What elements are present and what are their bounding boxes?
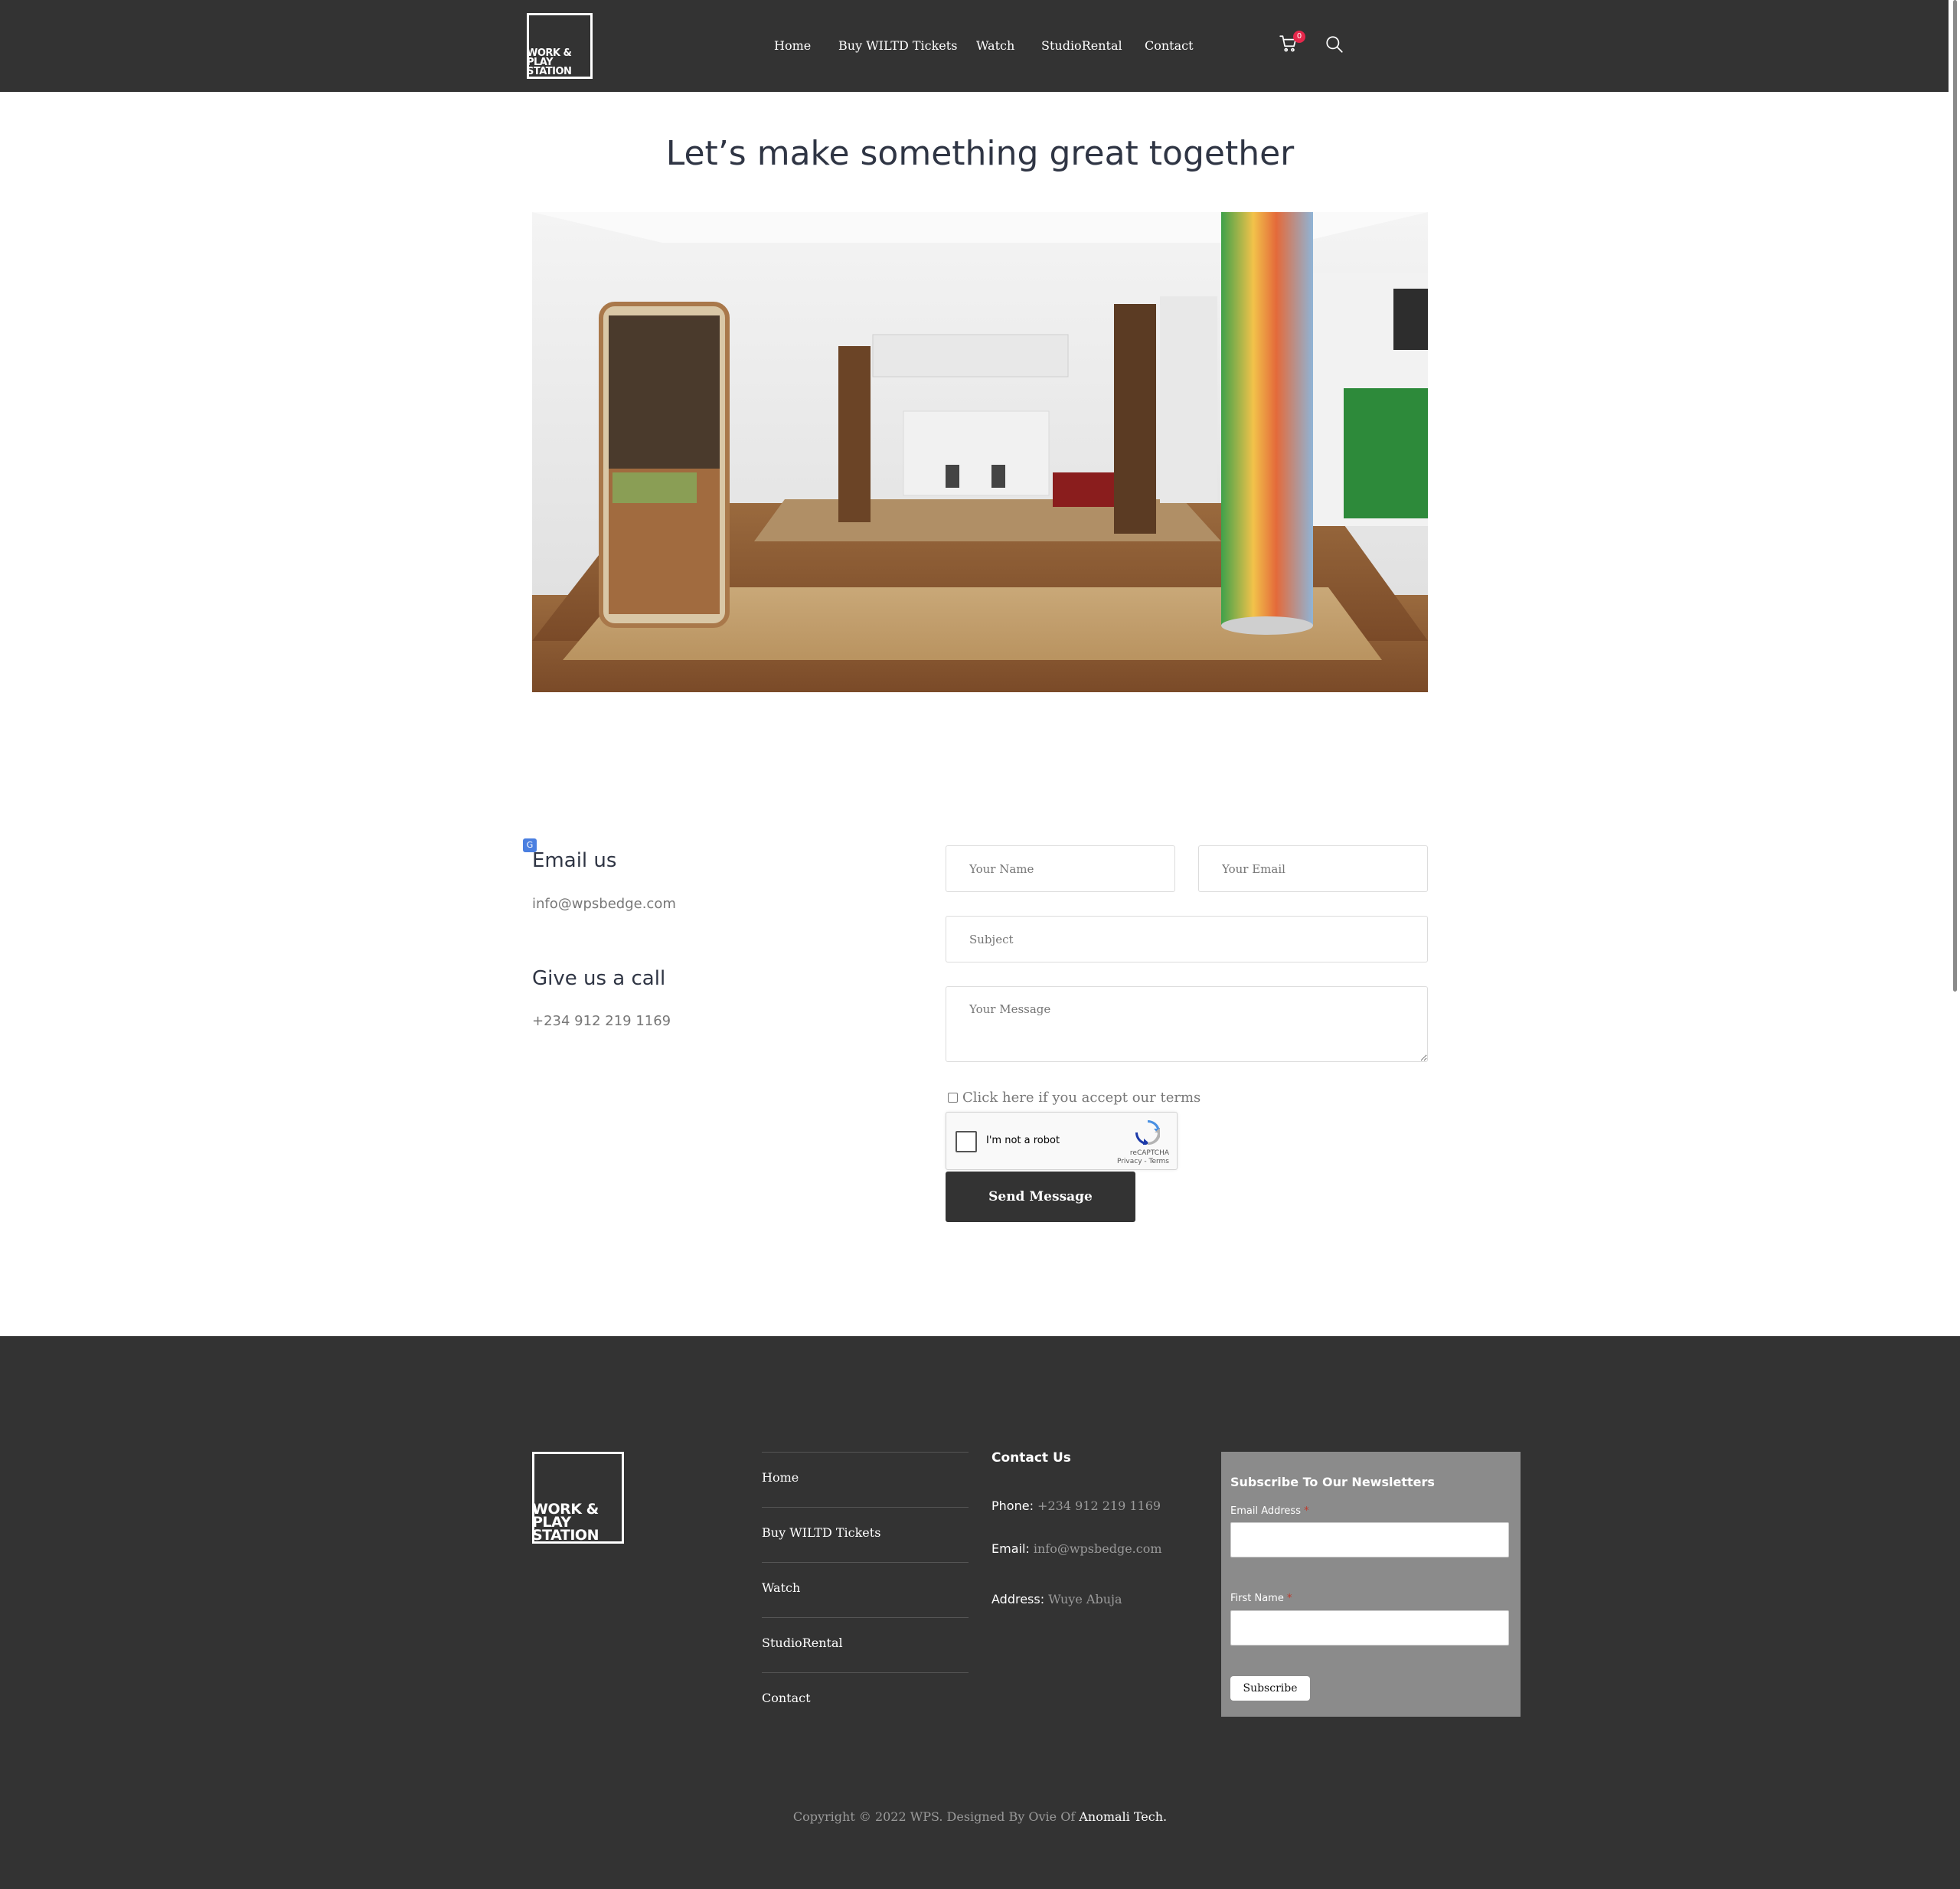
footer-address-value: Wuye Abuja [1048, 1592, 1122, 1606]
footer-divider [762, 1617, 969, 1618]
email-input[interactable] [1198, 845, 1428, 892]
search-icon [1326, 36, 1343, 53]
footer-link-watch[interactable]: Watch [762, 1580, 969, 1595]
cart-count-badge: 0 [1293, 31, 1305, 43]
newsletter-first-name-label: First Name * [1230, 1593, 1292, 1604]
contact-phone[interactable]: +234 912 219 1169 [532, 1013, 671, 1029]
footer-address: Address: Wuye Abuja [991, 1592, 1122, 1606]
newsletter-title: Subscribe To Our Newsletters [1230, 1475, 1435, 1489]
terms-label: Click here if you accept our terms [962, 1090, 1201, 1106]
copyright-text: Copyright © 2022 WPS. Designed By Ovie O… [792, 1809, 1076, 1824]
send-message-button[interactable]: Send Message [946, 1172, 1135, 1222]
footer-email-value[interactable]: info@wpsbedge.com [1034, 1541, 1162, 1556]
footer-contact-heading: Contact Us [991, 1450, 1071, 1466]
nav-buy-wiltd-tickets[interactable]: Buy WILTD Tickets [838, 38, 957, 53]
footer-phone-value[interactable]: +234 912 219 1169 [1037, 1498, 1161, 1513]
required-mark: * [1286, 1593, 1292, 1604]
footer-phone: Phone: +234 912 219 1169 [991, 1498, 1161, 1513]
site-header: WORK & PLAY STATION Home Buy WILTD Ticke… [0, 0, 1949, 92]
site-footer: WORK & PLAY STATION Home Buy WILTD Ticke… [0, 1336, 1960, 1889]
newsletter-email-input[interactable] [1230, 1522, 1509, 1557]
recaptcha-icon [1135, 1120, 1160, 1145]
page-title: Let’s make something great together [665, 134, 1295, 173]
call-us-heading: Give us a call [532, 967, 666, 990]
site-logo[interactable]: WORK & PLAY STATION [527, 13, 593, 79]
recaptcha-privacy-terms[interactable]: Privacy - Terms [1117, 1158, 1169, 1166]
newsletter-first-name-label-text: First Name [1230, 1593, 1284, 1604]
footer-divider [762, 1452, 969, 1453]
newsletter-email-label-text: Email Address [1230, 1505, 1301, 1517]
copyright: Copyright © 2022 WPS. Designed By Ovie O… [0, 1809, 1960, 1824]
nav-studiorental[interactable]: StudioRental [1041, 38, 1122, 53]
terms-checkbox[interactable]: Click here if you accept our terms [948, 1090, 1200, 1106]
footer-phone-label: Phone: [991, 1498, 1034, 1513]
copyright-company-link[interactable]: Anomali Tech. [1079, 1809, 1167, 1824]
subject-input[interactable] [946, 916, 1428, 962]
newsletter-first-name-input[interactable] [1230, 1610, 1509, 1646]
search-button[interactable] [1325, 34, 1346, 56]
footer-address-label: Address: [991, 1592, 1045, 1606]
subscribe-button[interactable]: Subscribe [1230, 1676, 1310, 1701]
studio-photo [532, 212, 1428, 692]
footer-link-contact[interactable]: Contact [762, 1691, 969, 1705]
newsletter-email-label: Email Address * [1230, 1505, 1309, 1517]
footer-link-buy-wiltd-tickets[interactable]: Buy WILTD Tickets [762, 1525, 969, 1540]
recaptcha-checkbox[interactable] [956, 1131, 977, 1152]
nav-contact[interactable]: Contact [1145, 38, 1194, 53]
footer-divider [762, 1562, 969, 1563]
footer-divider [762, 1672, 969, 1673]
required-mark: * [1304, 1505, 1309, 1517]
logo-line: STATION [532, 1527, 599, 1544]
footer-email-label: Email: [991, 1541, 1030, 1556]
email-us-heading: Email us [532, 849, 617, 872]
terms-checkbox-box[interactable] [948, 1093, 958, 1103]
footer-link-studiorental[interactable]: StudioRental [762, 1636, 969, 1650]
footer-link-home[interactable]: Home [762, 1470, 969, 1485]
footer-divider [762, 1507, 969, 1508]
newsletter-form: Subscribe To Our Newsletters Email Addre… [1221, 1452, 1521, 1717]
recaptcha-label: I'm not a robot [986, 1135, 1060, 1146]
recaptcha-widget: I'm not a robot reCAPTCHA Privacy - Term… [946, 1112, 1178, 1170]
footer-logo[interactable]: WORK & PLAY STATION [532, 1452, 624, 1544]
recaptcha-brand: reCAPTCHA [1129, 1149, 1169, 1157]
message-textarea[interactable] [946, 986, 1428, 1062]
footer-email: Email: info@wpsbedge.com [991, 1541, 1162, 1556]
logo-line: STATION [527, 66, 572, 77]
nav-home[interactable]: Home [774, 38, 811, 53]
name-input[interactable] [946, 845, 1175, 892]
nav-watch[interactable]: Watch [976, 38, 1014, 53]
contact-email[interactable]: info@wpsbedge.com [532, 896, 676, 912]
